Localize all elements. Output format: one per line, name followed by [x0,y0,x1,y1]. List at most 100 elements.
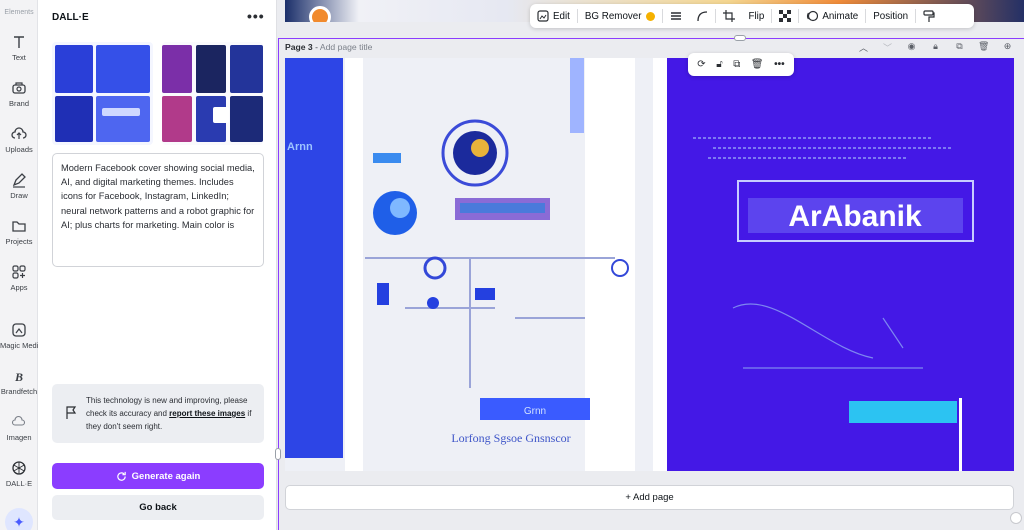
generated-image-thumbnail[interactable] [52,42,153,145]
report-images-link[interactable]: report these images [169,409,245,418]
page-title-separator: - [312,42,320,52]
notice-text: This technology is new and improving, pl… [86,394,258,433]
image-toolbar: Edit BG Remover Flip Animate Position [530,4,974,28]
flag-icon [66,406,77,419]
rail-item-label: DALL·E [5,479,33,488]
duplicate-element-icon[interactable]: ⧉ [733,59,740,70]
rail-item-draw[interactable]: Draw [0,172,38,200]
rail-item-label: Apps [10,283,28,292]
panel-title: DALL·E [52,12,89,23]
brand-icon [12,82,26,94]
upload-icon [11,127,27,139]
page-title-placeholder[interactable]: Add page title [320,42,373,52]
corner-rounding-icon [696,11,707,22]
rail-elements-label[interactable]: Elements [0,9,38,16]
resize-handle-left[interactable] [275,448,281,460]
animate-button[interactable]: Animate [799,4,865,28]
rail-item-label: Imagen [6,433,32,442]
generate-again-button[interactable]: Generate again [52,463,264,489]
rail-item-label: Brandfetch [0,387,38,396]
transparency-icon [779,10,792,22]
crown-icon [645,11,655,21]
brandfetch-icon: B [14,370,23,384]
rail-item-magic-media[interactable]: Magic Media [0,322,43,350]
rail-item-brand[interactable]: Brand [0,80,38,108]
rail-item-label: Brand [8,99,29,108]
edit-label: Edit [553,10,570,22]
rail-item-imagen[interactable]: Imagen [0,414,38,442]
rail-item-label: Magic Media [0,341,43,350]
crop-icon [722,10,735,22]
rail-item-projects[interactable]: Projects [0,218,38,246]
chevron-up-icon[interactable]: ︿ [858,41,869,54]
rail-item-uploads[interactable]: Uploads [0,126,38,154]
hide-page-icon[interactable]: ◉ [906,41,917,54]
text-icon [14,36,24,48]
imagen-icon [11,415,26,426]
side-rail: Elements Text Brand Uploads Draw Project… [0,0,43,530]
lock-icon[interactable]: 🔒︎ [930,41,941,54]
add-page-icon[interactable]: ⊕ [1002,41,1013,54]
left-image-button-text: Grnn [524,406,546,417]
left-image-caption: Lorfong Sgsoe Gnsnscor [451,431,570,445]
left-image-side-text: Arnn [287,141,313,153]
add-page-button[interactable]: + Add page [285,485,1014,510]
page-title-label[interactable]: Page 3 - Add page title [285,42,372,52]
folder-icon [12,221,26,232]
animate-icon [807,10,819,22]
transparency-button[interactable] [772,4,798,28]
bg-remover-button[interactable]: BG Remover [578,4,662,28]
generated-image-right[interactable]: ArAbanik [653,58,1014,471]
rotate-icon[interactable]: ⟳ [697,59,705,70]
page-tools: ︿ ﹀ ◉ 🔒︎ ⧉ 🗑︎ ⊕ [858,41,1013,54]
flip-button[interactable]: Flip [742,4,772,28]
rail-item-label: Text [12,53,26,62]
animate-label: Animate [822,10,859,22]
magic-media-icon [12,323,26,337]
lock-element-icon[interactable]: 🔓︎ [716,59,722,70]
border-style-icon [670,12,681,20]
beta-notice: This technology is new and improving, pl… [52,384,264,443]
svg-text:B: B [14,370,23,384]
bg-remover-label: BG Remover [584,10,642,22]
dalle-icon [12,461,26,475]
paint-roller-icon [923,9,935,22]
edit-image-icon [537,10,549,22]
magic-sparkle-icon[interactable]: ✦ [5,508,33,530]
resize-handle-top[interactable] [734,35,746,41]
draw-icon [12,173,26,188]
rail-item-label: Draw [10,191,28,200]
previous-page-graphic [309,6,331,22]
corner-rounding-button[interactable] [689,4,715,28]
selection-border-top [278,38,1024,39]
scroll-handle[interactable] [1010,512,1022,524]
rail-item-apps[interactable]: Apps [0,264,38,292]
crop-button[interactable] [716,4,742,28]
generated-image-left[interactable]: Grnn Lorfong Sgsoe Gnsnscor Arnn [285,58,653,471]
apps-icon [12,265,26,279]
go-back-button[interactable]: Go back [52,495,264,520]
rail-item-label: Uploads [5,145,33,154]
flip-label: Flip [748,10,765,22]
right-image-headline: ArAbanik [788,200,922,233]
position-button[interactable]: Position [866,4,915,28]
more-options-icon[interactable]: ••• [247,8,265,24]
copy-style-button[interactable] [916,4,942,28]
generated-image-thumbnail[interactable] [162,42,263,145]
duplicate-page-icon[interactable]: ⧉ [954,41,965,54]
rail-item-label: Projects [5,237,33,246]
rail-item-text[interactable]: Text [0,34,38,62]
delete-element-icon[interactable]: 🗑︎ [751,59,764,70]
dalle-panel: DALL·E ••• Modern Facebook cover showing… [38,0,277,530]
design-page[interactable]: Grnn Lorfong Sgsoe Gnsnscor Arnn ArAbani… [285,58,1014,471]
chevron-down-icon[interactable]: ﹀ [882,41,893,54]
delete-page-icon[interactable]: 🗑︎ [978,41,989,54]
refresh-icon [116,471,126,481]
more-element-options-icon[interactable]: ••• [774,59,785,70]
rail-item-brandfetch[interactable]: B Brandfetch [0,368,38,396]
prompt-textarea[interactable]: Modern Facebook cover showing social med… [52,153,264,267]
rail-item-dalle[interactable]: DALL·E [0,460,38,488]
edit-button[interactable]: Edit [530,4,577,28]
border-style-button[interactable] [663,4,689,28]
page-number: Page 3 [285,42,313,52]
